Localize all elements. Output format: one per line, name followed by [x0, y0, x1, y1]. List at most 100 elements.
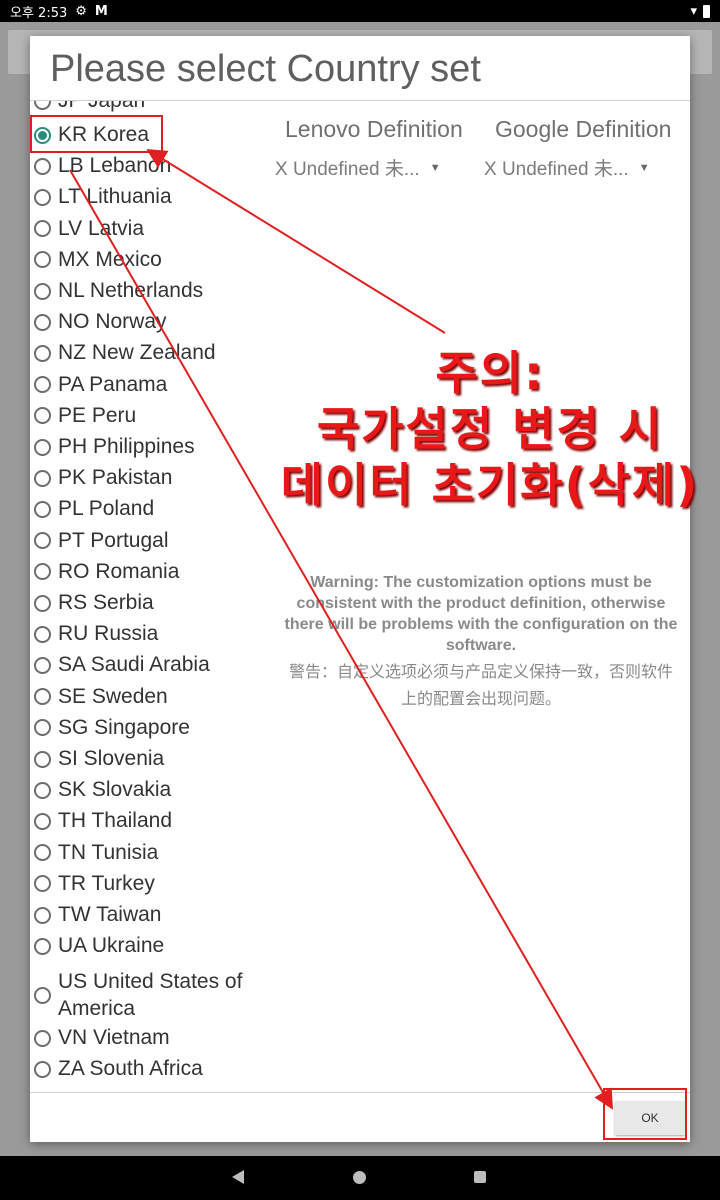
- list-item-country[interactable]: PA Panama: [34, 373, 167, 397]
- list-item-country[interactable]: US United States of America: [34, 968, 242, 1022]
- list-item-country[interactable]: PE Peru: [34, 404, 136, 428]
- radio-button[interactable]: [34, 344, 51, 362]
- radio-button[interactable]: [34, 844, 51, 862]
- country-label: LB Lebanon: [58, 154, 172, 178]
- country-label: NZ New Zealand: [58, 341, 216, 365]
- radio-button[interactable]: [34, 407, 51, 425]
- radio-button[interactable]: [34, 625, 51, 643]
- radio-button[interactable]: [34, 688, 51, 706]
- radio-button[interactable]: [34, 532, 51, 550]
- list-item-country[interactable]: SE Sweden: [34, 685, 168, 709]
- country-list[interactable]: JP Japan KR KoreaLB LebanonLT LithuaniaL…: [30, 101, 270, 1091]
- spinner-value: X Undefined 未...: [484, 159, 629, 180]
- list-item-country[interactable]: PK Pakistan: [34, 466, 172, 490]
- radio-button[interactable]: [34, 719, 51, 737]
- google-definition-spinner[interactable]: X Undefined 未... ▼: [484, 154, 650, 181]
- list-item-country[interactable]: TN Tunisia: [34, 841, 158, 865]
- country-label: MX Mexico: [58, 247, 162, 271]
- list-item-country[interactable]: PT Portugal: [34, 529, 169, 553]
- list-item-country[interactable]: SI Slovenia: [34, 747, 164, 771]
- status-bar: 오후 2:53 ⚙ M ▾: [0, 0, 720, 22]
- list-item-country[interactable]: SK Slovakia: [34, 778, 171, 802]
- country-label: UA Ukraine: [58, 934, 165, 958]
- gmail-icon: M: [94, 3, 108, 19]
- country-label: PT Portugal: [58, 528, 169, 552]
- list-item-country[interactable]: TH Thailand: [34, 809, 172, 833]
- country-label: SA Saudi Arabia: [58, 653, 210, 677]
- list-item-country[interactable]: TW Taiwan: [34, 903, 161, 927]
- list-item-country[interactable]: TR Turkey: [34, 872, 155, 896]
- dropdown-arrow-icon: ▼: [638, 161, 650, 174]
- warning-annotation: 주의: 국가설정 변경 시 데이터 초기화(삭제): [260, 345, 720, 513]
- radio-button[interactable]: [34, 781, 51, 799]
- recents-icon[interactable]: [474, 1171, 486, 1183]
- radio-button[interactable]: [34, 251, 51, 269]
- lenovo-definition-spinner[interactable]: X Undefined 未... ▼: [275, 154, 441, 181]
- list-item-country[interactable]: LB Lebanon: [34, 154, 171, 178]
- divider-bottom: [30, 1092, 690, 1093]
- radio-button[interactable]: [34, 1060, 51, 1078]
- radio-button[interactable]: [34, 656, 51, 674]
- battery-icon: [703, 4, 710, 18]
- radio-button[interactable]: [34, 157, 51, 175]
- list-item-country[interactable]: NO Norway: [34, 310, 167, 334]
- list-item-country[interactable]: VN Vietnam: [34, 1026, 170, 1050]
- radio-button[interactable]: [34, 906, 51, 924]
- country-label: PA Panama: [58, 372, 168, 396]
- country-label: PH Philippines: [58, 435, 195, 458]
- list-item-country[interactable]: LV Latvia: [34, 217, 144, 241]
- country-label: LV Latvia: [58, 216, 144, 240]
- radio-button[interactable]: [34, 500, 51, 518]
- radio-button[interactable]: [34, 812, 51, 830]
- list-item-country[interactable]: LT Lithuania: [34, 185, 172, 209]
- country-set-dialog: Please select Country set JP Japan KR Ko…: [30, 36, 690, 1142]
- country-label: SE Sweden: [58, 684, 168, 708]
- back-icon[interactable]: [232, 1170, 244, 1184]
- list-item-country[interactable]: ZA South Africa: [34, 1057, 203, 1081]
- radio-button[interactable]: [34, 563, 51, 581]
- radio-button[interactable]: [34, 986, 51, 1004]
- list-item-country[interactable]: NZ New Zealand: [34, 341, 216, 365]
- radio-button[interactable]: [34, 937, 51, 955]
- status-time: 오후 2:53: [10, 5, 68, 21]
- radio-button[interactable]: [34, 313, 51, 331]
- list-item-partial[interactable]: JP Japan: [34, 101, 145, 113]
- country-label-line-2: America: [58, 997, 136, 1021]
- radio-button[interactable]: [34, 101, 51, 110]
- radio-button[interactable]: [34, 282, 51, 300]
- list-item-country[interactable]: SG Singapore: [34, 716, 190, 740]
- radio-button[interactable]: [34, 875, 51, 893]
- country-label: JP Japan: [58, 101, 145, 113]
- radio-button[interactable]: [34, 220, 51, 238]
- radio-button[interactable]: [34, 594, 51, 612]
- country-label: RS Serbia: [58, 591, 154, 614]
- list-item-country[interactable]: PH Philippines: [34, 435, 195, 459]
- lenovo-definition-header: Lenovo Definition: [285, 116, 463, 142]
- dropdown-arrow-icon: ▼: [429, 161, 441, 174]
- country-label: PK Pakistan: [58, 466, 173, 490]
- country-label: SK Slovakia: [58, 778, 172, 802]
- list-item-country[interactable]: RS Serbia: [34, 591, 154, 615]
- radio-button[interactable]: [34, 376, 51, 394]
- radio-button[interactable]: [34, 438, 51, 456]
- annotation-line-1: 주의:: [435, 346, 545, 400]
- radio-button[interactable]: [34, 1029, 51, 1047]
- list-item-country[interactable]: UA Ukraine: [34, 934, 164, 958]
- list-item-country[interactable]: RU Russia: [34, 622, 158, 646]
- list-item-country[interactable]: MX Mexico: [34, 248, 162, 272]
- country-label: TN Tunisia: [58, 840, 159, 864]
- list-item-country[interactable]: SA Saudi Arabia: [34, 653, 210, 677]
- highlight-box-ok: [603, 1088, 687, 1140]
- country-label: NL Netherlands: [58, 279, 204, 302]
- radio-button[interactable]: [34, 469, 51, 487]
- radio-button[interactable]: [34, 750, 51, 768]
- radio-button[interactable]: [34, 188, 51, 206]
- list-item-country[interactable]: PL Poland: [34, 497, 154, 521]
- home-icon[interactable]: [353, 1171, 366, 1184]
- list-item-country[interactable]: RO Romania: [34, 560, 179, 584]
- country-label: TW Taiwan: [58, 903, 162, 926]
- wifi-icon: ▾: [690, 3, 697, 19]
- country-label: SI Slovenia: [58, 747, 165, 770]
- warning-text-cn: 警告：自定义选项必须与产品定义保持一致，否则软件上的配置会出现问题。: [288, 662, 673, 708]
- list-item-country[interactable]: NL Netherlands: [34, 279, 203, 303]
